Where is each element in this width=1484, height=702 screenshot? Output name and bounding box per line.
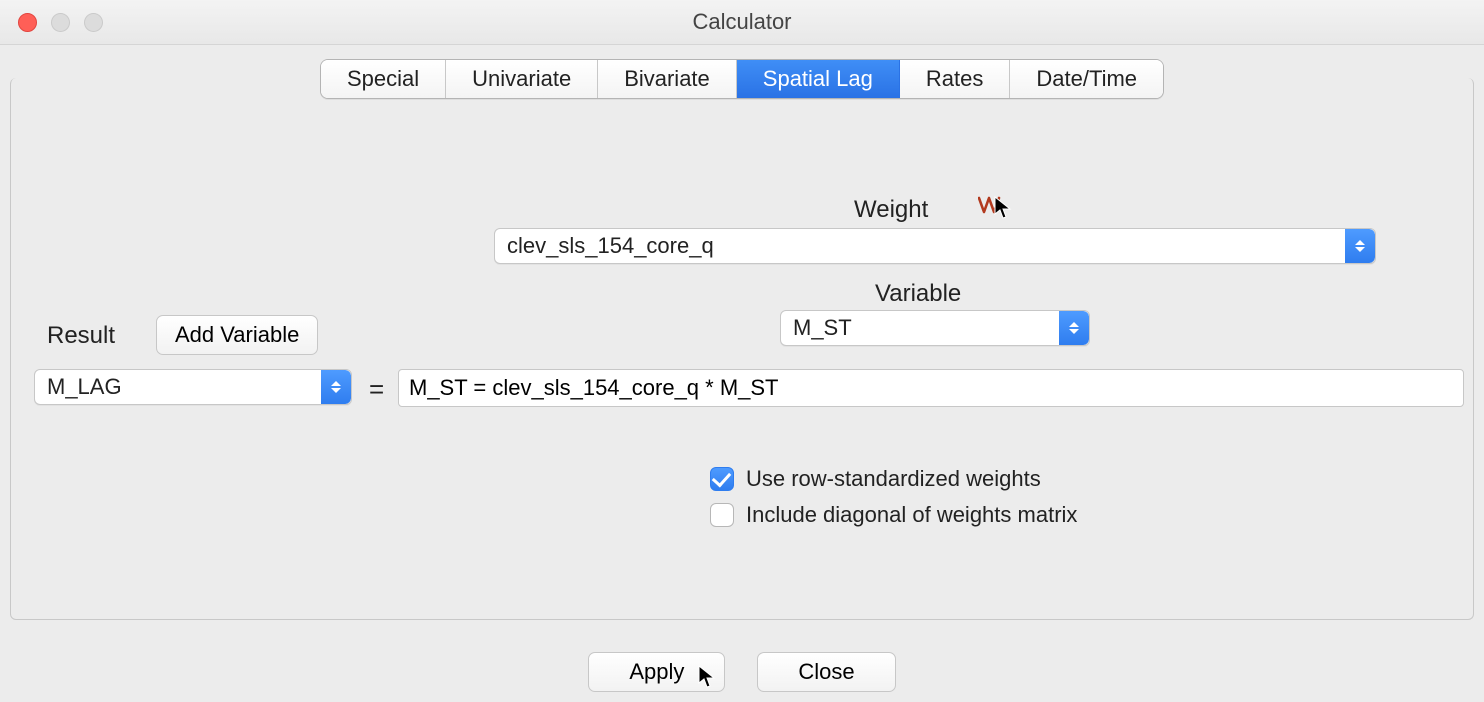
apply-button[interactable]: Apply bbox=[588, 652, 725, 692]
weight-label: Weight bbox=[854, 196, 928, 224]
row-standardized-checkbox[interactable] bbox=[710, 467, 734, 491]
variable-select-value: M_ST bbox=[793, 315, 852, 340]
add-variable-button[interactable]: Add Variable bbox=[156, 315, 318, 355]
equals-sign: = bbox=[369, 374, 384, 405]
weight-icon bbox=[978, 194, 1006, 216]
select-stepper-icon bbox=[1345, 229, 1375, 263]
include-diagonal-label: Include diagonal of weights matrix bbox=[746, 502, 1077, 528]
variable-select[interactable]: M_ST bbox=[780, 310, 1090, 346]
result-select-value: M_LAG bbox=[47, 374, 122, 399]
result-select[interactable]: M_LAG bbox=[34, 369, 352, 405]
select-stepper-icon bbox=[321, 370, 351, 404]
variable-label: Variable bbox=[875, 280, 961, 308]
window-title: Calculator bbox=[0, 9, 1484, 35]
result-label: Result bbox=[47, 322, 115, 350]
close-button[interactable]: Close bbox=[757, 652, 895, 692]
include-diagonal-checkbox-row[interactable]: Include diagonal of weights matrix bbox=[710, 502, 1077, 528]
weight-select-value: clev_sls_154_core_q bbox=[507, 233, 714, 258]
expression-input[interactable] bbox=[398, 369, 1464, 407]
select-stepper-icon bbox=[1059, 311, 1089, 345]
row-standardized-label: Use row-standardized weights bbox=[746, 466, 1041, 492]
row-standardized-checkbox-row[interactable]: Use row-standardized weights bbox=[710, 466, 1041, 492]
bottom-buttons: Apply Close bbox=[0, 652, 1484, 692]
weight-select[interactable]: clev_sls_154_core_q bbox=[494, 228, 1376, 264]
titlebar: Calculator bbox=[0, 0, 1484, 45]
include-diagonal-checkbox[interactable] bbox=[710, 503, 734, 527]
